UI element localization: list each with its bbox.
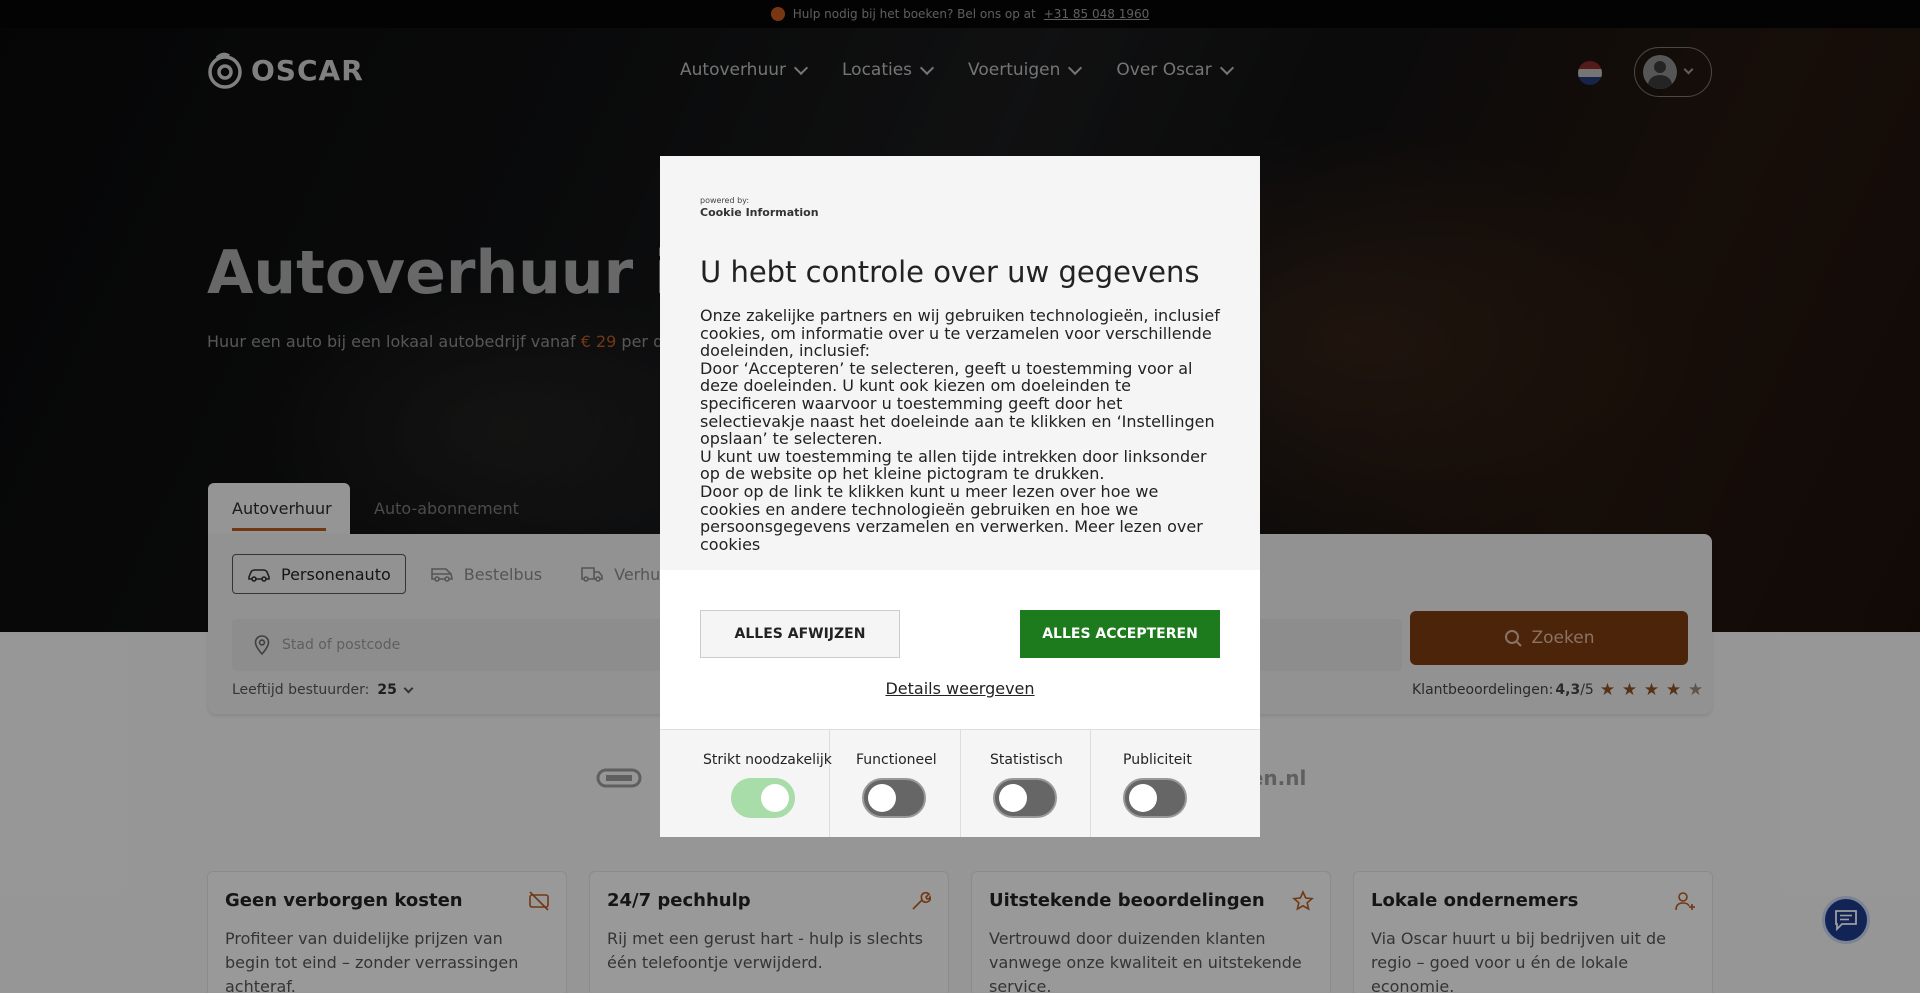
category-label: Publiciteit bbox=[1123, 752, 1192, 768]
cookie-paragraph: U kunt uw toestemming te allen tijde int… bbox=[700, 446, 1207, 484]
accept-all-button[interactable]: ALLES ACCEPTEREN bbox=[1020, 610, 1220, 658]
cookie-paragraph: Door ‘Accepteren’ te selecteren, geeft u… bbox=[700, 358, 1215, 449]
category-functional: Functioneel bbox=[830, 730, 961, 837]
cookie-categories: Strikt noodzakelijk Functioneel Statisti… bbox=[660, 729, 1260, 837]
category-statistical: Statistisch bbox=[961, 730, 1091, 837]
cookie-dialog-title: U hebt controle over uw gegevens bbox=[700, 255, 1200, 289]
cookie-dialog-content: powered by: Cookie Information U hebt co… bbox=[660, 156, 1260, 570]
cookie-paragraph-read-more[interactable]: Door op de link te klikken kunt u meer l… bbox=[700, 483, 1220, 553]
reject-all-button[interactable]: ALLES AFWIJZEN bbox=[700, 610, 900, 658]
cookie-consent-dialog: powered by: Cookie Information U hebt co… bbox=[660, 156, 1260, 837]
category-advertising: Publiciteit bbox=[1091, 730, 1260, 837]
advertising-toggle[interactable] bbox=[1123, 778, 1187, 818]
cookie-paragraph: Onze zakelijke partners en wij gebruiken… bbox=[700, 306, 1220, 361]
strictly-necessary-toggle[interactable] bbox=[731, 778, 795, 818]
category-label: Statistisch bbox=[990, 752, 1063, 768]
cookie-information-logo: Cookie Information bbox=[700, 206, 819, 219]
show-details-link[interactable]: Details weergeven bbox=[660, 679, 1260, 698]
category-strictly-necessary: Strikt noodzakelijk bbox=[660, 730, 832, 837]
functional-toggle[interactable] bbox=[862, 778, 926, 818]
category-label: Strikt noodzakelijk bbox=[703, 752, 832, 768]
cookie-dialog-body: Onze zakelijke partners en wij gebruiken… bbox=[700, 307, 1220, 553]
statistical-toggle[interactable] bbox=[993, 778, 1057, 818]
powered-by-label: powered by: bbox=[700, 196, 750, 205]
category-label: Functioneel bbox=[856, 752, 937, 768]
